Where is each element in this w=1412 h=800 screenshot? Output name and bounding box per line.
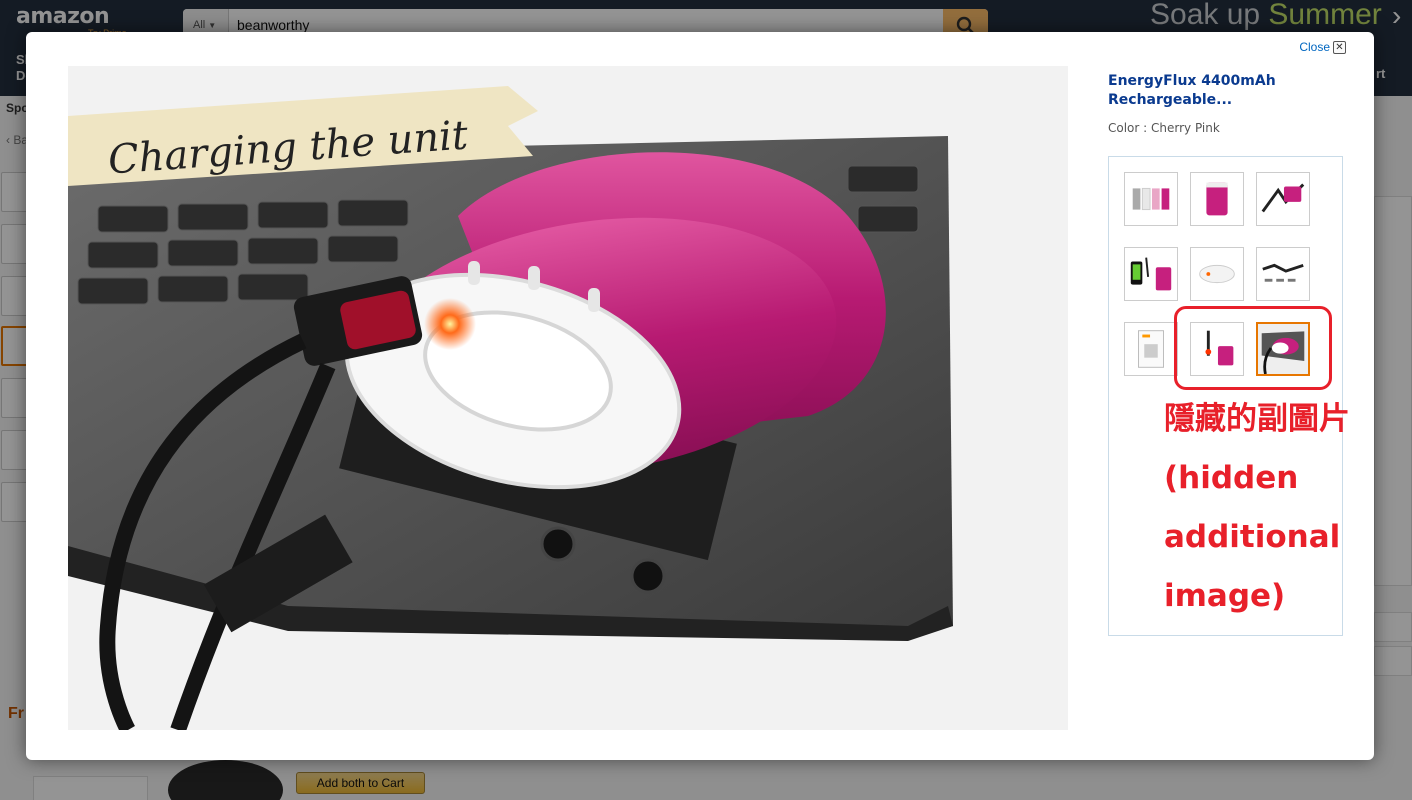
thumbnail-dimensions-strip[interactable] (1256, 247, 1310, 301)
annotation-text: 隱藏的副圖片 (hidden additional image) (1164, 390, 1374, 626)
color-label: Color : (1108, 121, 1152, 135)
thumbnail-phone-charging[interactable] (1124, 247, 1178, 301)
annotation-highlight-box (1174, 306, 1332, 390)
thumbnail-pink-unit-front[interactable] (1190, 172, 1244, 226)
close-icon[interactable]: ✕ (1333, 40, 1346, 54)
annotation-line: image) (1164, 578, 1286, 614)
close-label: Close (1299, 40, 1330, 54)
thumbnail-manual-sheet[interactable] (1124, 322, 1178, 376)
color-line: Color : Cherry Pink (1108, 121, 1220, 135)
product-title[interactable]: EnergyFlux 4400mAh Rechargeable... (1108, 72, 1328, 110)
close-button[interactable]: Close ✕ (1299, 40, 1346, 54)
annotation-line: (hidden (1164, 460, 1299, 496)
annotation-line: 隱藏的副圖片 (1164, 401, 1350, 437)
thumbnail-white-cap-closeup[interactable] (1190, 247, 1244, 301)
image-viewer-modal: Close ✕ Charging the unit EnergyFlux 440… (26, 32, 1374, 760)
main-image-illustration: Charging the unit (68, 66, 1068, 730)
annotation-line: additional (1164, 519, 1341, 555)
thumbnail-accessories-kit[interactable] (1256, 172, 1310, 226)
main-product-image[interactable]: Charging the unit (68, 66, 1068, 730)
color-value: Cherry Pink (1151, 121, 1220, 135)
thumbnail-product-lineup[interactable] (1124, 172, 1178, 226)
